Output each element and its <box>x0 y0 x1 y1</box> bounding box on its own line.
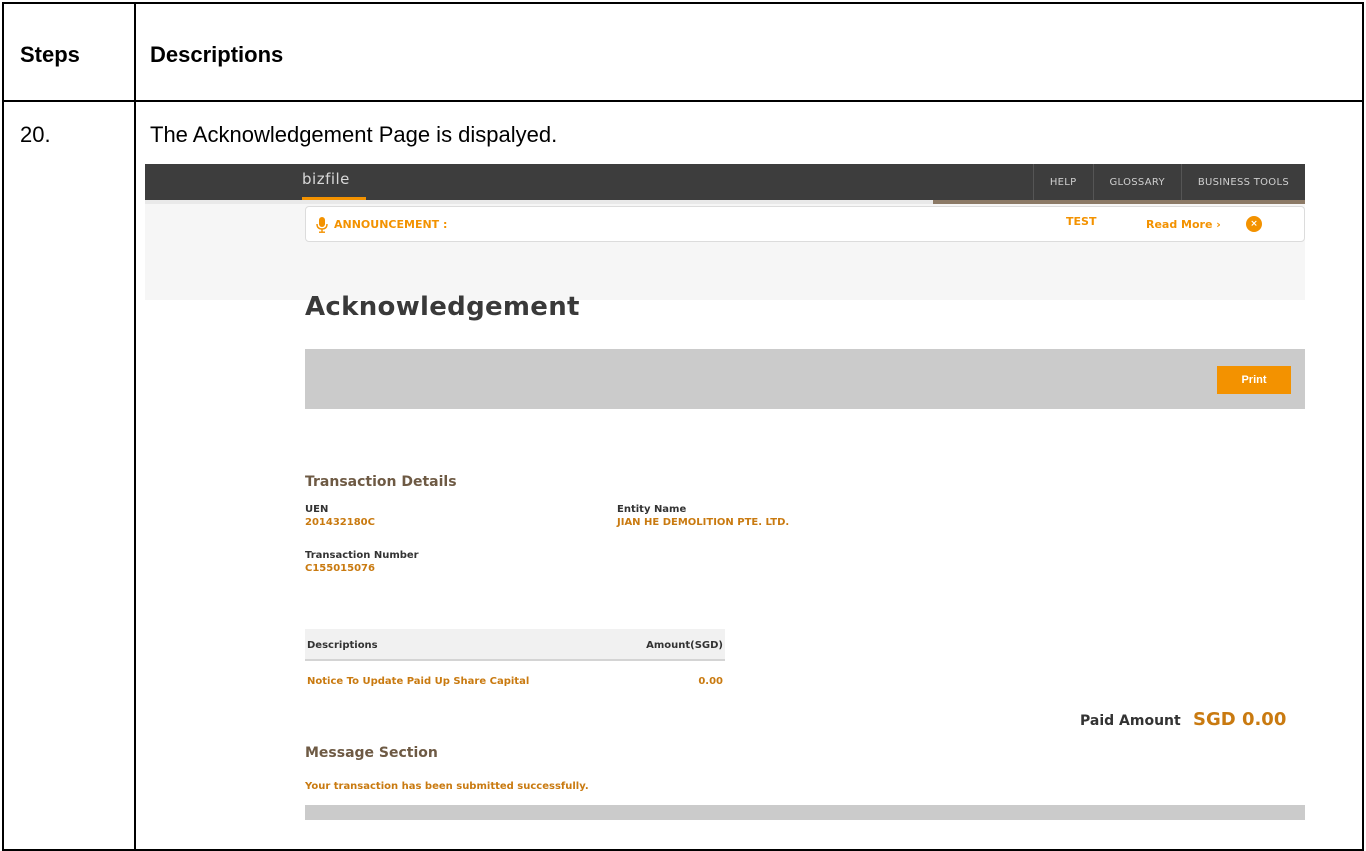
bottom-action-bar: Print <box>305 805 1305 820</box>
announcement-text: TEST <box>1066 215 1097 228</box>
transaction-number-value: C155015076 <box>305 563 375 574</box>
transaction-details-title: Transaction Details <box>305 474 457 490</box>
page-title: Acknowledgement <box>305 292 580 322</box>
announcement-bar: ANNOUNCEMENT : TEST Read More › × <box>305 206 1305 242</box>
uen-label: UEN <box>305 504 329 515</box>
bizfile-logo[interactable]: bizfile <box>302 170 350 188</box>
charge-description: Notice To Update Paid Up Share Capital <box>307 676 530 687</box>
charges-table-header: Descriptions Amount(SGD) <box>305 629 725 661</box>
transaction-number-label: Transaction Number <box>305 550 419 561</box>
entity-name-label: Entity Name <box>617 504 687 515</box>
nav-glossary[interactable]: GLOSSARY <box>1092 164 1181 200</box>
close-icon[interactable]: × <box>1246 216 1262 232</box>
embedded-screenshot: bizfile HELP GLOSSARY BUSINESS TOOLS ANN… <box>145 164 1305 820</box>
step-number: 20. <box>20 122 51 147</box>
read-more-link[interactable]: Read More › <box>1146 218 1221 231</box>
paid-amount-value: SGD 0.00 <box>1193 709 1287 730</box>
header-descriptions: Descriptions <box>150 42 284 67</box>
paid-amount-label: Paid Amount <box>1080 713 1181 729</box>
column-divider <box>134 4 136 849</box>
header-steps: Steps <box>20 42 80 67</box>
charge-amount: 0.00 <box>698 676 723 687</box>
success-message: Your transaction has been submitted succ… <box>305 781 589 792</box>
entity-name-value: JIAN HE DEMOLITION PTE. LTD. <box>617 517 790 528</box>
message-section-title: Message Section <box>305 745 438 761</box>
step-description: The Acknowledgement Page is dispalyed. <box>150 122 558 147</box>
top-action-bar: Print <box>305 349 1305 409</box>
top-navigation-bar: bizfile HELP GLOSSARY BUSINESS TOOLS <box>145 164 1305 200</box>
microphone-icon <box>316 217 328 233</box>
announcement-label: ANNOUNCEMENT : <box>334 218 448 231</box>
column-amount: Amount(SGD) <box>646 640 723 651</box>
table-header-row: Steps Descriptions <box>4 4 1362 102</box>
nav-help[interactable]: HELP <box>1032 164 1093 200</box>
top-nav-menu: HELP GLOSSARY BUSINESS TOOLS <box>1032 164 1305 200</box>
uen-value: 201432180C <box>305 517 375 528</box>
print-button[interactable]: Print <box>1217 366 1291 394</box>
nav-business-tools[interactable]: BUSINESS TOOLS <box>1180 164 1305 200</box>
column-descriptions: Descriptions <box>307 640 378 651</box>
